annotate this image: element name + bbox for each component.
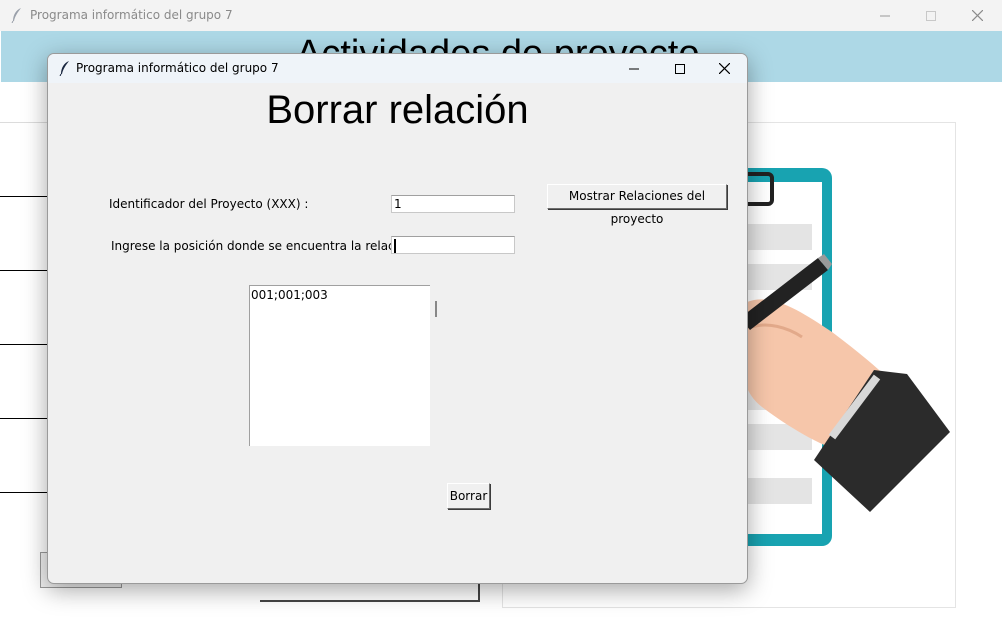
scrollbar[interactable] bbox=[435, 301, 437, 317]
dialog-titlebar: Programa informático del grupo 7 bbox=[48, 54, 747, 83]
maximize-icon[interactable] bbox=[657, 54, 703, 83]
minimize-icon[interactable] bbox=[862, 0, 908, 31]
close-icon[interactable] bbox=[954, 0, 1000, 31]
relations-listbox[interactable]: 001;001;003 bbox=[249, 285, 430, 446]
table-line bbox=[0, 418, 50, 419]
close-icon[interactable] bbox=[701, 54, 747, 83]
list-item[interactable]: 001;001;003 bbox=[250, 286, 430, 302]
delete-relation-dialog: Programa informático del grupo 7 Borrar … bbox=[47, 53, 748, 584]
minimize-icon[interactable] bbox=[611, 54, 657, 83]
table-line bbox=[0, 344, 50, 345]
position-input[interactable] bbox=[391, 236, 515, 254]
maximize-icon[interactable] bbox=[908, 0, 954, 31]
position-label: Ingrese la posición donde se encuentra l… bbox=[111, 239, 417, 253]
table-line bbox=[0, 196, 50, 197]
project-id-input[interactable]: 1 bbox=[391, 195, 515, 213]
page-title: Borrar relación bbox=[266, 88, 529, 132]
main-window-title: Programa informático del grupo 7 bbox=[30, 8, 233, 22]
table-line bbox=[0, 492, 50, 493]
main-window-titlebar: Programa informático del grupo 7 bbox=[0, 0, 1002, 31]
show-relations-button[interactable]: Mostrar Relaciones del proyecto bbox=[547, 184, 727, 226]
separator bbox=[0, 122, 50, 123]
table-line bbox=[0, 270, 50, 271]
feather-icon bbox=[11, 8, 21, 23]
feather-icon bbox=[59, 61, 69, 76]
project-id-label: Identificador del Proyecto (XXX) : bbox=[109, 197, 309, 211]
text-caret bbox=[394, 239, 396, 253]
dialog-title: Programa informático del grupo 7 bbox=[76, 61, 279, 75]
delete-button[interactable]: Borrar bbox=[447, 483, 490, 509]
